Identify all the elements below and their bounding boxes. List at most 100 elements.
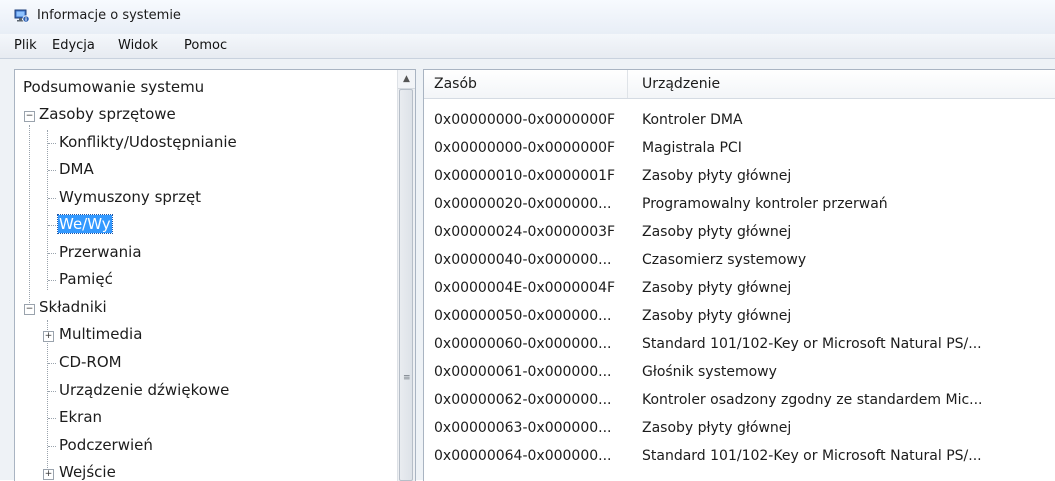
tree-connector xyxy=(29,125,30,305)
cell-zasob: 0x00000050-0x000000... xyxy=(434,308,612,324)
grip-icon: ≡ xyxy=(403,373,411,383)
tree-connector xyxy=(48,280,56,281)
title-bar: Informacje o systemie xyxy=(0,0,1055,35)
tree-item-label: Urządzenie dźwiękowe xyxy=(59,381,230,399)
collapse-icon[interactable]: − xyxy=(24,304,35,315)
column-header-urzadzenie[interactable]: Urządzenie xyxy=(642,76,720,92)
table-row[interactable]: 0x00000061-0x000000... Głośnik systemowy xyxy=(424,360,1055,388)
cell-zasob: 0x00000064-0x000000... xyxy=(434,448,612,464)
cell-zasob: 0x00000040-0x000000... xyxy=(434,252,612,268)
cell-zasob: 0x00000060-0x000000... xyxy=(434,336,612,352)
cell-zasob: 0x00000062-0x000000... xyxy=(434,392,612,408)
cell-urzadzenie: Zasoby płyty głównej xyxy=(642,224,792,240)
cell-urzadzenie: Zasoby płyty głównej xyxy=(642,280,792,296)
table-row[interactable]: 0x00000020-0x000000... Programowalny kon… xyxy=(424,192,1055,220)
resource-list[interactable]: Zasób Urządzenie 0x00000000-0x0000000F K… xyxy=(423,69,1055,481)
tree-item-urzadzenie-dzwiekowe[interactable]: Urządzenie dźwiękowe xyxy=(59,381,229,399)
menu-edycja[interactable]: Edycja xyxy=(52,38,95,53)
column-header-zasob[interactable]: Zasób xyxy=(434,76,477,92)
cell-urzadzenie: Kontroler osadzony zgodny ze standardem … xyxy=(642,392,983,408)
tree-item-ekran[interactable]: Ekran xyxy=(59,408,102,426)
tree-item-multimedia[interactable]: Multimedia xyxy=(59,325,142,343)
tree-item-label: Składniki xyxy=(39,298,107,316)
tree-item-label: DMA xyxy=(59,160,94,178)
tree-item-podsumowanie[interactable]: Podsumowanie systemu xyxy=(23,78,204,96)
tree-connector xyxy=(48,418,56,419)
tree-item-przerwania[interactable]: Przerwania xyxy=(59,243,142,261)
tree-connector xyxy=(48,143,56,144)
menu-plik[interactable]: Plik xyxy=(14,38,37,53)
tree-connector xyxy=(48,446,56,447)
tree-item-wymuszony-sprzet[interactable]: Wymuszony sprzęt xyxy=(59,188,201,206)
scroll-up-icon[interactable]: ▲ xyxy=(398,70,415,89)
tree-item-skladniki[interactable]: Składniki xyxy=(39,298,107,316)
tree-item-label: Ekran xyxy=(59,408,103,426)
tree-item-label: CD-ROM xyxy=(59,353,122,371)
tree-connector xyxy=(48,198,56,199)
tree-item-zasoby-sprzetowe[interactable]: Zasoby sprzętowe xyxy=(39,105,176,123)
table-row[interactable]: 0x00000050-0x000000... Zasoby płyty głów… xyxy=(424,304,1055,332)
table-row[interactable]: 0x0000004E-0x0000004F Zasoby płyty główn… xyxy=(424,276,1055,304)
tree-item-label: We/Wy xyxy=(57,214,113,234)
table-row[interactable]: 0x00000040-0x000000... Czasomierz system… xyxy=(424,248,1055,276)
tree-connector xyxy=(48,253,56,254)
tree-item-label: Podczerwień xyxy=(59,436,153,454)
tree-item-label: Pamięć xyxy=(59,270,113,288)
cell-urzadzenie: Zasoby płyty głównej xyxy=(642,168,792,184)
window-title: Informacje o systemie xyxy=(37,8,181,23)
scroll-thumb[interactable]: ≡ xyxy=(399,89,413,481)
tree-connector xyxy=(48,391,56,392)
cell-zasob: 0x00000010-0x0000001F xyxy=(434,168,616,184)
tree-scrollbar[interactable]: ▲ ≡ xyxy=(397,70,415,481)
tree-item-konflikty[interactable]: Konflikty/Udostępnianie xyxy=(59,133,237,151)
menu-pomoc[interactable]: Pomoc xyxy=(184,38,227,53)
cell-urzadzenie: Zasoby płyty głównej xyxy=(642,308,792,324)
tree-item-we-wy[interactable]: We/Wy xyxy=(57,214,113,234)
cell-zasob: 0x00000000-0x0000000F xyxy=(434,112,616,128)
cell-zasob: 0x00000020-0x000000... xyxy=(434,196,612,212)
tree-connector xyxy=(47,320,48,481)
expand-icon[interactable]: + xyxy=(43,469,54,480)
tree-connector xyxy=(47,130,48,290)
table-header: Zasób Urządzenie xyxy=(424,70,1055,99)
category-tree[interactable]: Podsumowanie systemu − Zasoby sprzętowe … xyxy=(14,69,416,481)
expand-icon[interactable]: + xyxy=(43,331,54,342)
collapse-icon[interactable]: − xyxy=(24,111,35,122)
tree-item-pamiec[interactable]: Pamięć xyxy=(59,270,113,288)
tree-item-wejscie[interactable]: Wejście xyxy=(59,463,116,481)
cell-urzadzenie: Głośnik systemowy xyxy=(642,364,777,380)
table-row[interactable]: 0x00000064-0x000000... Standard 101/102-… xyxy=(424,444,1055,472)
table-row[interactable]: 0x00000000-0x0000000F Kontroler DMA xyxy=(424,108,1055,136)
tree-item-label: Konflikty/Udostępnianie xyxy=(59,133,237,151)
tree-connector xyxy=(48,363,56,364)
cell-urzadzenie: Standard 101/102-Key or Microsoft Natura… xyxy=(642,336,982,352)
tree-item-label: Zasoby sprzętowe xyxy=(39,105,176,123)
tree-item-label: Przerwania xyxy=(59,243,142,261)
tree-connector xyxy=(48,225,56,226)
tree-item-label: Wejście xyxy=(59,463,116,481)
cell-zasob: 0x00000063-0x000000... xyxy=(434,420,612,436)
table-row[interactable]: 0x00000062-0x000000... Kontroler osadzon… xyxy=(424,388,1055,416)
table-row[interactable]: 0x00000010-0x0000001F Zasoby płyty główn… xyxy=(424,164,1055,192)
tree-item-dma[interactable]: DMA xyxy=(59,160,94,178)
table-row[interactable]: 0x00000063-0x000000... Zasoby płyty głów… xyxy=(424,416,1055,444)
cell-urzadzenie: Czasomierz systemowy xyxy=(642,252,807,268)
cell-zasob: 0x0000004E-0x0000004F xyxy=(434,280,616,296)
table-row[interactable]: 0x00000024-0x0000003F Zasoby płyty główn… xyxy=(424,220,1055,248)
menu-widok[interactable]: Widok xyxy=(118,38,158,53)
tree-item-cd-rom[interactable]: CD-ROM xyxy=(59,353,122,371)
menu-bar: Plik Edycja Widok Pomoc xyxy=(0,34,1055,59)
table-row[interactable]: 0x00000000-0x0000000F Magistrala PCI xyxy=(424,136,1055,164)
cell-urzadzenie: Kontroler DMA xyxy=(642,112,743,128)
tree-item-label: Wymuszony sprzęt xyxy=(59,188,202,206)
system-info-icon xyxy=(14,9,30,23)
cell-zasob: 0x00000061-0x000000... xyxy=(434,364,612,380)
cell-zasob: 0x00000000-0x0000000F xyxy=(434,140,616,156)
column-divider[interactable] xyxy=(627,70,628,98)
table-row[interactable]: 0x00000060-0x000000... Standard 101/102-… xyxy=(424,332,1055,360)
tree-item-label: Multimedia xyxy=(59,325,143,343)
cell-urzadzenie: Programowalny kontroler przerwań xyxy=(642,196,888,212)
main-content: Podsumowanie systemu − Zasoby sprzętowe … xyxy=(0,59,1055,481)
tree-connector xyxy=(48,170,56,171)
tree-item-podczerwien[interactable]: Podczerwień xyxy=(59,436,153,454)
